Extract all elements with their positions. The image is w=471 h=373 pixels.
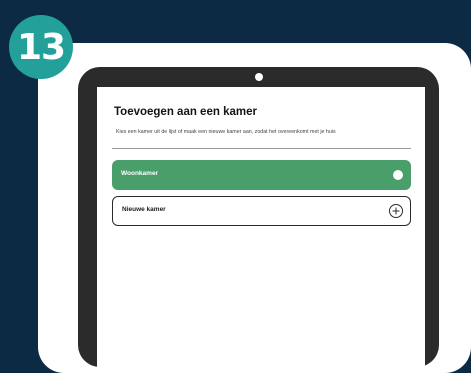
tablet-camera [255, 73, 263, 81]
selected-dot-icon [393, 170, 403, 180]
step-number: 13 [16, 26, 66, 68]
room-option-label: Woonkamer [121, 170, 159, 177]
divider [112, 148, 411, 149]
step-number-badge: 13 [9, 15, 73, 79]
tablet-screen: Toevoegen aan een kamer Kies een kamer u… [97, 87, 425, 367]
room-option-label: Nieuwe kamer [122, 206, 166, 213]
page-subtitle: Kies een kamer uit de lijst of maak een … [116, 129, 336, 135]
page-title: Toevoegen aan een kamer [114, 106, 257, 118]
new-room-button[interactable]: Nieuwe kamer [112, 196, 411, 226]
plus-circle-icon [389, 204, 403, 218]
room-option-woonkamer[interactable]: Woonkamer [112, 160, 411, 190]
